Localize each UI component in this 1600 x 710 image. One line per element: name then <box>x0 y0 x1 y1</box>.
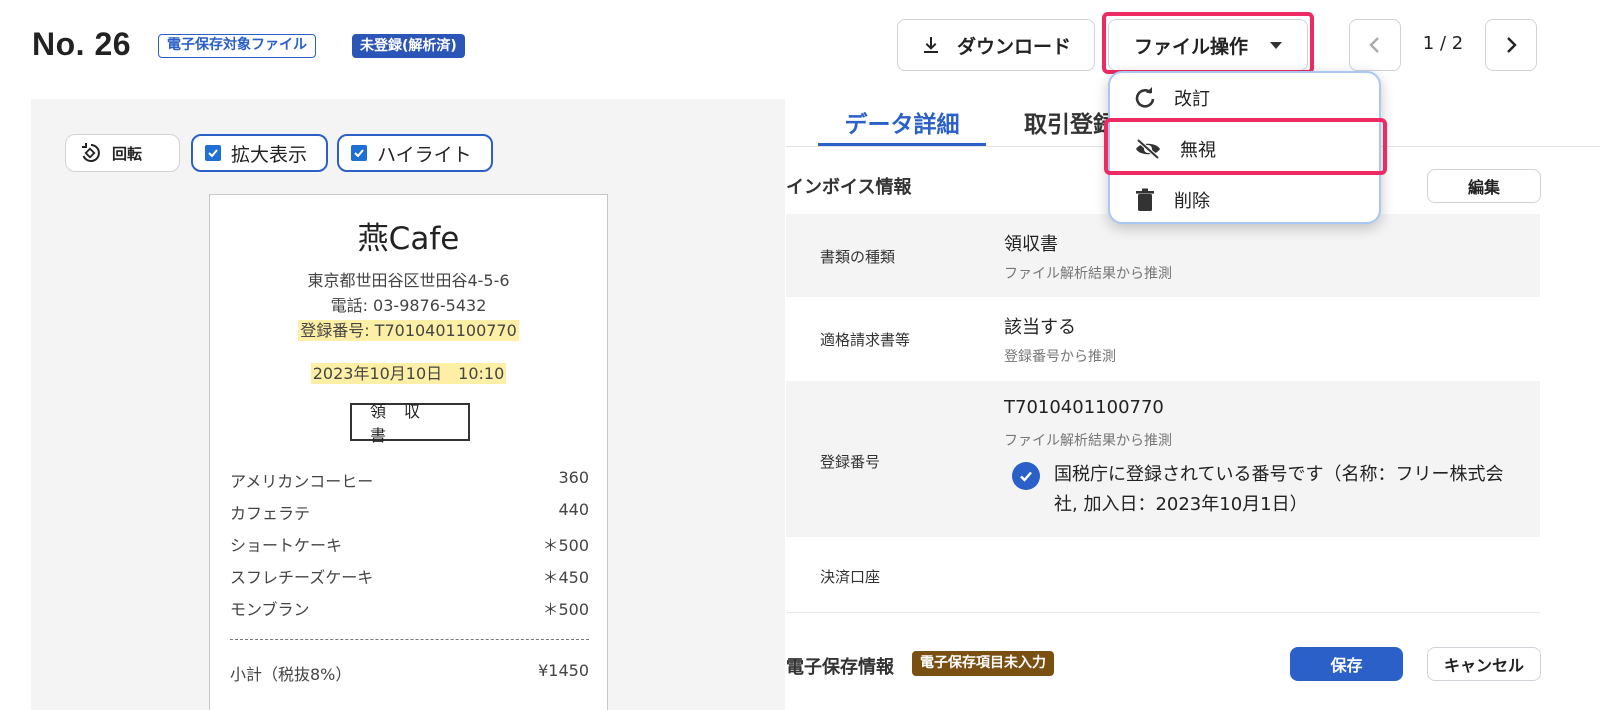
receipt-reg-no-line: 登録番号: T7010401100770 <box>210 317 607 341</box>
row-subtext: 登録番号から推測 <box>1004 349 1116 365</box>
next-page-button[interactable] <box>1485 19 1537 71</box>
receipt-item-price: ＊500 <box>542 600 589 619</box>
receipt-item-price: ＊450 <box>542 568 589 587</box>
rotate-label: 回転 <box>112 144 143 163</box>
check-circle-icon <box>1012 462 1040 490</box>
receipt-item-name: カフェラテ <box>230 504 311 523</box>
tab-data-detail[interactable]: データ詳細 <box>818 105 986 139</box>
page-indicator: 1 / 2 <box>1422 33 1464 54</box>
receipt-doc-type: 領収書 <box>350 402 470 445</box>
page-title: No. 26 <box>32 26 132 62</box>
detail-row-account: 決済口座 <box>786 538 1540 612</box>
menu-item-label: 削除 <box>1174 191 1210 212</box>
row-value: 該当する <box>1004 317 1076 338</box>
edit-button[interactable]: 編集 <box>1427 169 1541 203</box>
row-subtext: ファイル解析結果から推測 <box>1004 433 1172 449</box>
zoom-toggle[interactable]: 拡大表示 <box>191 134 328 172</box>
receipt-item: ショートケーキ ＊500 <box>230 532 589 556</box>
chevron-right-icon <box>1507 37 1517 53</box>
save-button[interactable]: 保存 <box>1290 647 1403 681</box>
reg-verification: 国税庁に登録されている番号です（名称：フリー株式会社, 加入日：2023年10月… <box>1012 460 1524 520</box>
storage-target-badge: 電子保存対象ファイル <box>158 34 316 58</box>
verification-text: 国税庁に登録されている番号です（名称：フリー株式会社, 加入日：2023年10月… <box>1054 464 1504 515</box>
receipt-datetime-line: 2023年10月10日 10:10 <box>210 360 607 384</box>
rotate-button[interactable]: 回転 <box>65 134 180 172</box>
receipt-item: モンブラン ＊500 <box>230 596 589 620</box>
menu-item-revise[interactable]: 改訂 <box>1110 73 1379 123</box>
storage-section-title: 電子保存情報 <box>786 657 894 678</box>
receipt-item: スフレチーズケーキ ＊450 <box>230 564 589 588</box>
receipt-item: アメリカンコーヒー 360 <box>230 468 589 492</box>
status-badge: 未登録(解析済) <box>352 34 465 58</box>
rotate-icon <box>82 143 100 162</box>
row-value: 領収書 <box>1004 234 1058 255</box>
row-value: T7010401100770 <box>1004 397 1164 418</box>
detail-row-qualified-invoice: 適格請求書等 該当する 登録番号から推測 <box>786 297 1540 380</box>
file-operations-highlight <box>1102 12 1314 74</box>
highlight-toggle[interactable]: ハイライト <box>337 134 493 172</box>
file-preview-pane: 回転 拡大表示 ハイライト 燕Cafe 東京都世田谷区世田谷4-5-6 電話: … <box>31 99 785 710</box>
row-divider <box>786 612 1540 613</box>
download-icon <box>923 37 938 53</box>
chevron-left-icon <box>1369 37 1379 53</box>
download-button[interactable]: ダウンロード <box>897 19 1095 71</box>
highlight-label: ハイライト <box>377 143 472 166</box>
row-label: 登録番号 <box>820 453 881 471</box>
receipt-item-price: 360 <box>558 468 589 487</box>
receipt-subtotal-label: 小計（税抜8%） <box>230 665 352 684</box>
receipt-subtotal-value: ¥1450 <box>538 661 589 680</box>
row-subtext: ファイル解析結果から推測 <box>1004 266 1172 282</box>
checkbox-checked-icon <box>205 145 221 161</box>
receipt-item-name: ショートケーキ <box>230 536 343 555</box>
receipt-subtotal: 小計（税抜8%） ¥1450 <box>230 661 589 685</box>
receipt-datetime: 2023年10月10日 10:10 <box>310 363 507 384</box>
download-label: ダウンロード <box>956 35 1071 58</box>
invoice-section-title: インボイス情報 <box>786 177 912 198</box>
receipt-item-name: スフレチーズケーキ <box>230 568 374 587</box>
row-label: 決済口座 <box>820 568 881 586</box>
receipt-item-price: 440 <box>558 500 589 519</box>
menu-item-delete[interactable]: 削除 <box>1110 175 1379 225</box>
row-label: 適格請求書等 <box>820 331 911 349</box>
menu-item-label: 改訂 <box>1174 89 1210 110</box>
receipt-item-price: ＊500 <box>542 536 589 555</box>
prev-page-button[interactable] <box>1349 19 1401 71</box>
cancel-button[interactable]: キャンセル <box>1427 647 1541 681</box>
storage-status-badge: 電子保存項目未入力 <box>912 651 1054 676</box>
trash-icon <box>1136 188 1154 211</box>
receipt-reg-no: 登録番号: T7010401100770 <box>298 320 519 341</box>
receipt-image: 燕Cafe 東京都世田谷区世田谷4-5-6 電話: 03-9876-5432 登… <box>209 194 608 710</box>
receipt-item: カフェラテ 440 <box>230 500 589 524</box>
detail-row-doc-type: 書類の種類 領収書 ファイル解析結果から推測 <box>786 214 1540 297</box>
ignore-item-highlight <box>1104 118 1387 175</box>
receipt-divider <box>230 639 589 640</box>
receipt-address: 東京都世田谷区世田谷4-5-6 <box>307 271 510 290</box>
tab-transaction-register[interactable]: 取引登録 <box>1024 105 1116 139</box>
zoom-label: 拡大表示 <box>231 143 308 166</box>
receipt-item-name: モンブラン <box>230 600 310 619</box>
checkbox-checked-icon <box>351 145 367 161</box>
receipt-phone: 電話: 03-9876-5432 <box>330 296 487 315</box>
receipt-item-name: アメリカンコーヒー <box>230 472 374 491</box>
receipt-shop-name: 燕Cafe <box>357 221 460 257</box>
row-label: 書類の種類 <box>820 248 896 266</box>
refresh-icon <box>1135 87 1155 108</box>
